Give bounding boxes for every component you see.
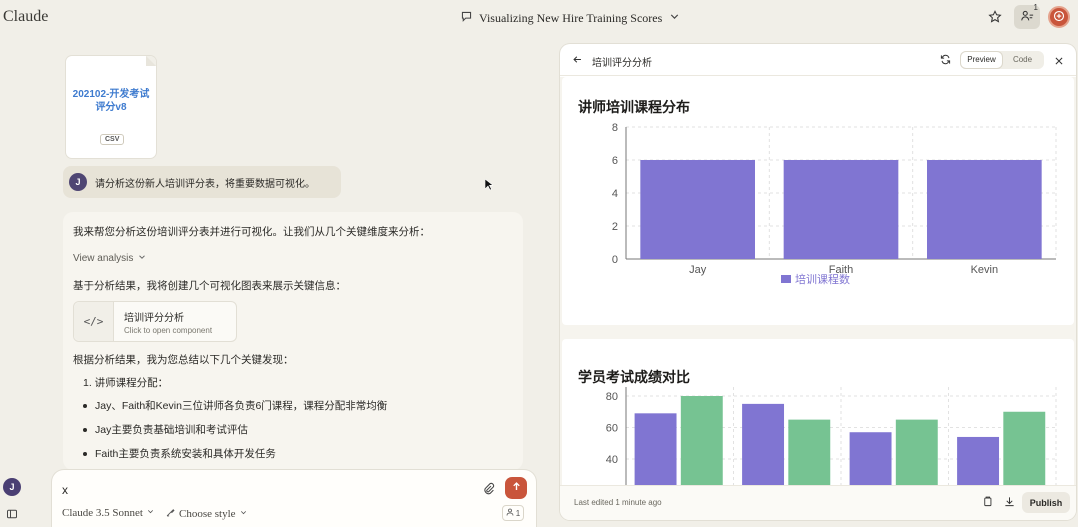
bar-chart-scores: 40 60 80 xyxy=(606,387,1057,485)
tab-code[interactable]: Code xyxy=(1002,52,1043,68)
assistant-message: 我来帮您分析这份培训评分表并进行可视化。让我们从几个关键维度来分析： View … xyxy=(63,212,523,470)
y-tick-label: 4 xyxy=(612,188,618,200)
view-analysis-toggle[interactable]: View analysis xyxy=(73,252,147,265)
bar xyxy=(957,436,1000,485)
attachments-count: 1 xyxy=(515,508,521,518)
star-icon[interactable] xyxy=(984,6,1006,28)
list-item: Jay、Faith和Kevin三位讲师各负责6门课程，课程分配非常均衡 xyxy=(83,398,387,413)
publish-button[interactable]: Publish xyxy=(1022,492,1070,513)
chart-title: 讲师培训课程分布 xyxy=(578,99,690,115)
reply-intro: 我来帮您分析这份培训评分表并进行可视化。让我们从几个关键维度来分析： xyxy=(73,226,430,238)
y-tick-label: 2 xyxy=(612,221,618,233)
y-tick-label: 0 xyxy=(612,254,618,266)
artifact-component-card[interactable]: </> 培训评分分析 Click to open component xyxy=(73,301,237,342)
bar xyxy=(783,160,899,259)
bar xyxy=(680,396,723,485)
legend-swatch xyxy=(781,275,791,283)
arrow-up-icon xyxy=(511,481,522,495)
file-attachment-card[interactable]: 202102-开发考试评分v8 CSV xyxy=(66,56,156,158)
share-icon xyxy=(1020,9,1034,26)
list-item: 1. 讲师课程分配： xyxy=(83,377,169,389)
conversation-title-text: Visualizing New Hire Training Scores xyxy=(479,11,663,25)
bar xyxy=(1003,411,1046,485)
download-icon[interactable] xyxy=(1004,496,1015,510)
model-selector[interactable]: Claude 3.5 Sonnet xyxy=(62,507,155,519)
refresh-icon[interactable] xyxy=(940,54,951,68)
bullet-icon xyxy=(83,404,87,409)
sidebar-avatar[interactable]: J xyxy=(3,478,21,496)
artifact-panel: 培训评分分析 Preview Code 讲师培训课程分布 0 2 4 6 8 Jay Fai… xyxy=(560,44,1076,520)
sidebar-toggle-icon[interactable] xyxy=(6,508,18,523)
bar xyxy=(895,419,938,485)
chevron-down-icon xyxy=(146,507,155,519)
style-icon xyxy=(165,507,176,521)
bullet-icon xyxy=(83,452,87,457)
last-edited-text: Last edited 1 minute ago xyxy=(574,498,662,507)
chevron-down-icon xyxy=(668,10,681,27)
copy-icon[interactable] xyxy=(982,496,993,510)
app-brand[interactable]: Claude xyxy=(3,8,48,26)
view-analysis-label: View analysis xyxy=(73,253,134,264)
file-type-badge: CSV xyxy=(100,134,125,145)
bar xyxy=(742,403,785,485)
chat-bubble-icon xyxy=(460,10,473,27)
artifact-header: 培训评分分析 Preview Code xyxy=(560,44,1076,76)
y-tick-label: 80 xyxy=(606,391,618,403)
y-tick-label: 6 xyxy=(612,155,618,167)
user-message-text: 请分析这份新人培训评分表，将重要数据可视化。 xyxy=(95,178,315,190)
bar xyxy=(849,432,892,485)
attachments-count-button[interactable]: 1 xyxy=(502,505,524,521)
x-tick-label: Jay xyxy=(689,264,707,276)
list-item: Jay主要负责基础培训和考试评估 xyxy=(83,422,248,437)
component-subtitle: Click to open component xyxy=(124,325,213,335)
send-button[interactable] xyxy=(505,477,527,499)
close-icon[interactable] xyxy=(1054,55,1064,69)
y-tick-label: 60 xyxy=(606,423,618,435)
user-icon xyxy=(1053,10,1065,25)
chart-card-instructor: 讲师培训课程分布 0 2 4 6 8 Jay Faith Kevin 培训课程数 xyxy=(562,77,1074,325)
tab-preview[interactable]: Preview xyxy=(961,52,1002,68)
bar-chart-instructor: 02468Jay Faith Kevin培训课程数 xyxy=(612,122,1057,286)
mouse-cursor-icon xyxy=(484,178,494,194)
person-icon xyxy=(506,508,514,518)
artifact-preview[interactable]: 讲师培训课程分布 0 2 4 6 8 Jay Faith Kevin 培训课程数 学员考试成绩对… xyxy=(560,77,1076,485)
file-fold-corner xyxy=(146,56,156,66)
bar xyxy=(640,160,755,259)
message-composer[interactable]: x Claude 3.5 Sonnet Choose style 1 xyxy=(52,470,536,527)
conversation-title[interactable]: Visualizing New Hire Training Scores xyxy=(460,10,681,27)
user-avatar: J xyxy=(69,173,87,191)
reply-pre-component: 基于分析结果，我将创建几个可视化图表来展示关键信息： xyxy=(73,280,346,292)
code-icon: </> xyxy=(74,302,114,341)
y-tick-label: 40 xyxy=(606,454,618,466)
bar xyxy=(927,160,1042,259)
component-title: 培训评分分析 xyxy=(124,312,184,324)
user-message: J 请分析这份新人培训评分表，将重要数据可视化。 xyxy=(63,166,341,198)
y-tick-label: 8 xyxy=(612,122,618,134)
chevron-down-icon xyxy=(239,508,248,520)
artifact-title: 培训评分分析 xyxy=(592,58,652,69)
user-menu-button[interactable] xyxy=(1048,6,1070,28)
chevron-down-icon xyxy=(137,252,147,265)
chart-title: 学员考试成绩对比 xyxy=(578,369,690,385)
bar xyxy=(788,419,831,485)
model-label: Claude 3.5 Sonnet xyxy=(62,507,143,519)
chart-card-scores: 学员考试成绩对比 40 60 80 xyxy=(562,339,1074,485)
share-badge: 1 xyxy=(1033,3,1038,12)
list-item: Faith主要负责系统安装和具体开发任务 xyxy=(83,446,276,461)
legend-label: 培训课程数 xyxy=(795,272,850,286)
style-selector[interactable]: Choose style xyxy=(165,507,248,521)
x-tick-label: Kevin xyxy=(971,264,999,276)
reply-summary: 根据分析结果，我为您总结以下几个关键发现： xyxy=(73,354,294,366)
file-name: 202102-开发考试评分v8 xyxy=(72,89,150,113)
style-label: Choose style xyxy=(179,508,236,520)
paperclip-icon[interactable] xyxy=(482,482,495,498)
composer-input[interactable]: x xyxy=(62,483,68,497)
bar xyxy=(634,413,677,485)
arrow-left-icon[interactable] xyxy=(572,54,583,68)
preview-code-toggle[interactable]: Preview Code xyxy=(960,51,1044,69)
artifact-footer: Last edited 1 minute ago Publish xyxy=(560,485,1076,520)
bullet-icon xyxy=(83,428,87,433)
share-button[interactable]: 1 xyxy=(1014,3,1040,29)
